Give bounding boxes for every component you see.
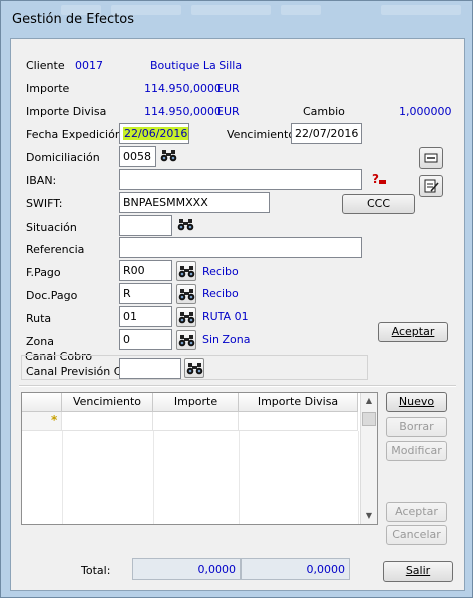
card-icon: [424, 153, 438, 163]
fecha-expedicion-label: Fecha Expedición: [26, 128, 122, 141]
window: Gestión de Efectos Cliente 0017 Boutique…: [0, 0, 473, 598]
grid-cell-vencimiento[interactable]: [62, 412, 153, 431]
docpago-search-button[interactable]: [176, 284, 196, 304]
importe-label: Importe: [26, 82, 70, 95]
ruta-desc: RUTA 01: [202, 310, 249, 323]
binoculars-icon[interactable]: [160, 149, 177, 162]
binoculars-icon: [186, 362, 203, 375]
zona-search-button[interactable]: [176, 330, 196, 350]
card-button[interactable]: [419, 147, 443, 169]
grid-cell-importe-divisa[interactable]: [239, 412, 358, 431]
scroll-up-icon[interactable]: ▲: [361, 393, 377, 409]
grid-aceptar-button[interactable]: Aceptar: [386, 502, 447, 522]
nuevo-button[interactable]: Nuevo: [386, 392, 447, 412]
vencimientos-grid[interactable]: Vencimiento Importe Importe Divisa * ▲ ▼: [21, 392, 378, 525]
docpago-desc: Recibo: [202, 287, 239, 300]
fecha-expedicion-field[interactable]: 22/06/2016: [119, 123, 189, 144]
zona-label: Zona: [26, 335, 54, 348]
ccc-button[interactable]: CCC: [342, 194, 415, 214]
importe-divisa-value: 114.950,0000: [144, 105, 221, 118]
ruta-field[interactable]: 01: [119, 306, 172, 327]
salir-button[interactable]: Salir: [383, 561, 453, 582]
edit-note-icon: [424, 179, 439, 193]
help-icon[interactable]: ?: [371, 172, 387, 186]
binoculars-icon: [178, 265, 195, 278]
binoculars-icon: [178, 288, 195, 301]
modificar-button[interactable]: Modificar: [386, 441, 447, 461]
new-row-marker-icon: *: [51, 413, 58, 427]
ruta-label: Ruta: [26, 312, 52, 325]
fecha-expedicion-value: 22/06/2016: [123, 127, 188, 140]
aceptar-button[interactable]: Aceptar: [378, 322, 448, 342]
aceptar-label: Aceptar: [391, 325, 435, 338]
referencia-field[interactable]: [119, 237, 362, 258]
grid-cancelar-button[interactable]: Cancelar: [386, 525, 447, 545]
ruta-search-button[interactable]: [176, 307, 196, 327]
title-bar[interactable]: Gestión de Efectos: [1, 1, 472, 37]
docpago-field[interactable]: R: [119, 283, 172, 304]
situacion-field[interactable]: [119, 215, 172, 236]
binoculars-icon: [178, 334, 195, 347]
svg-text:?: ?: [372, 172, 379, 186]
grid-col-line: [239, 431, 240, 524]
grid-cell-importe[interactable]: [153, 412, 239, 431]
importe-currency: EUR: [217, 82, 240, 95]
docpago-label: Doc.Pago: [26, 289, 78, 302]
window-title: Gestión de Efectos: [12, 12, 135, 27]
domiciliacion-field[interactable]: 0058: [119, 146, 156, 167]
grid-row-indicator: *: [22, 412, 62, 431]
zona-field[interactable]: 0: [119, 329, 172, 350]
situacion-label: Situación: [26, 221, 77, 234]
binoculars-icon[interactable]: [177, 218, 194, 231]
nuevo-label: Nuevo: [398, 395, 435, 408]
total-importe-divisa: 0,0000: [241, 558, 350, 580]
vencimiento-field[interactable]: 22/07/2016: [291, 123, 362, 144]
swift-label: SWIFT:: [26, 197, 63, 210]
salir-label: Salir: [405, 564, 431, 577]
vencimiento-label: Vencimiento: [227, 128, 296, 141]
grid-col-line: [358, 431, 359, 524]
scroll-thumb[interactable]: [362, 412, 376, 426]
cliente-name: Boutique La Silla: [150, 59, 243, 72]
importe-value: 114.950,0000: [144, 82, 221, 95]
fpago-field[interactable]: R00: [119, 260, 172, 281]
canal-prevision-search-button[interactable]: [184, 358, 204, 378]
total-importe: 0,0000: [132, 558, 241, 580]
grid-col-line: [62, 431, 63, 524]
grid-scrollbar[interactable]: ▲ ▼: [360, 393, 377, 524]
grid-col-line: [153, 431, 154, 524]
cliente-label: Cliente: [26, 59, 65, 72]
total-label: Total:: [81, 564, 111, 577]
grid-corner-header: [22, 393, 62, 412]
importe-divisa-currency: EUR: [217, 105, 240, 118]
fpago-desc: Recibo: [202, 265, 239, 278]
borrar-button[interactable]: Borrar: [386, 417, 447, 437]
referencia-label: Referencia: [26, 243, 85, 256]
divider: [19, 385, 456, 387]
scroll-down-icon[interactable]: ▼: [361, 508, 377, 524]
grid-header-importe-divisa[interactable]: Importe Divisa: [239, 393, 358, 412]
binoculars-icon: [178, 311, 195, 324]
canal-prevision-field[interactable]: [119, 358, 181, 379]
fpago-label: F.Pago: [26, 266, 61, 279]
iban-label: IBAN:: [26, 174, 57, 187]
fpago-search-button[interactable]: [176, 261, 196, 281]
swift-field[interactable]: BNPAESMMXXX: [119, 192, 270, 213]
cambio-value: 1,000000: [399, 105, 452, 118]
domiciliacion-label: Domiciliación: [26, 151, 100, 164]
iban-field[interactable]: [119, 169, 362, 190]
importe-divisa-label: Importe Divisa: [26, 105, 107, 118]
cambio-label: Cambio: [303, 105, 345, 118]
grid-header-vencimiento[interactable]: Vencimiento: [62, 393, 153, 412]
edit-note-button[interactable]: [419, 175, 443, 197]
grid-header-importe[interactable]: Importe: [153, 393, 239, 412]
cliente-code: 0017: [75, 59, 103, 72]
zona-desc: Sin Zona: [202, 333, 251, 346]
